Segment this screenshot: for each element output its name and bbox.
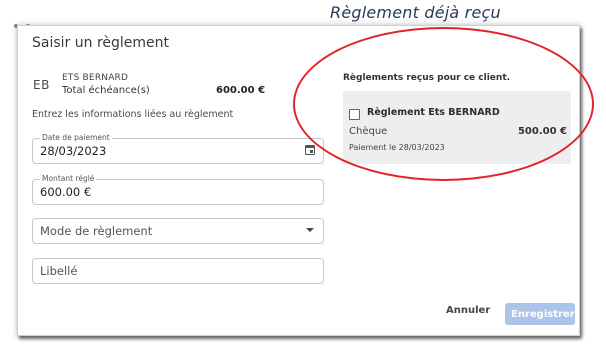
libelle-field[interactable]: Libellé bbox=[32, 258, 324, 284]
amount-value[interactable]: 600.00 € bbox=[40, 185, 91, 199]
calendar-icon[interactable] bbox=[305, 145, 315, 155]
libelle-placeholder: Libellé bbox=[40, 264, 78, 278]
dialog-title: Saisir un règlement bbox=[32, 35, 170, 51]
client-name: ETS BERNARD bbox=[62, 73, 129, 83]
annotation-title: Règlement déjà reçu bbox=[330, 3, 501, 22]
amount-label: Montant réglé bbox=[40, 174, 97, 183]
received-payment-checkbox[interactable] bbox=[349, 109, 360, 120]
received-payment-date: Paiement le 28/03/2023 bbox=[349, 143, 445, 152]
payment-dialog: Saisir un règlement EB ETS BERNARD Total… bbox=[17, 25, 580, 336]
form-hint: Entrez les informations liées au règleme… bbox=[32, 109, 234, 120]
payment-date-value[interactable]: 28/03/2023 bbox=[40, 144, 106, 158]
payment-date-field[interactable]: Date de paiement 28/03/2023 bbox=[32, 133, 324, 164]
chevron-down-icon[interactable] bbox=[306, 228, 314, 232]
received-payment-amount: 500.00 € bbox=[517, 126, 567, 137]
cancel-button[interactable]: Annuler bbox=[446, 305, 490, 316]
received-payment-card: Règlement Ets BERNARD Chèque 500.00 € Pa… bbox=[343, 91, 571, 164]
payment-mode-select[interactable]: Mode de règlement bbox=[32, 218, 324, 244]
payment-mode-placeholder: Mode de règlement bbox=[40, 224, 153, 238]
received-payments-header: Règlements reçus pour ce client. bbox=[343, 73, 511, 83]
echeance-amount: 600.00 € bbox=[216, 85, 266, 96]
background-dots bbox=[14, 13, 54, 28]
received-payment-mode: Chèque bbox=[349, 126, 388, 137]
payment-date-label: Date de paiement bbox=[40, 133, 112, 142]
client-avatar: EB bbox=[33, 78, 50, 92]
save-button[interactable]: Enregistrer bbox=[505, 303, 575, 325]
received-payment-title: Règlement Ets BERNARD bbox=[367, 107, 500, 118]
amount-field[interactable]: Montant réglé 600.00 € bbox=[32, 174, 324, 205]
echeance-label: Total échéance(s) bbox=[62, 85, 150, 96]
